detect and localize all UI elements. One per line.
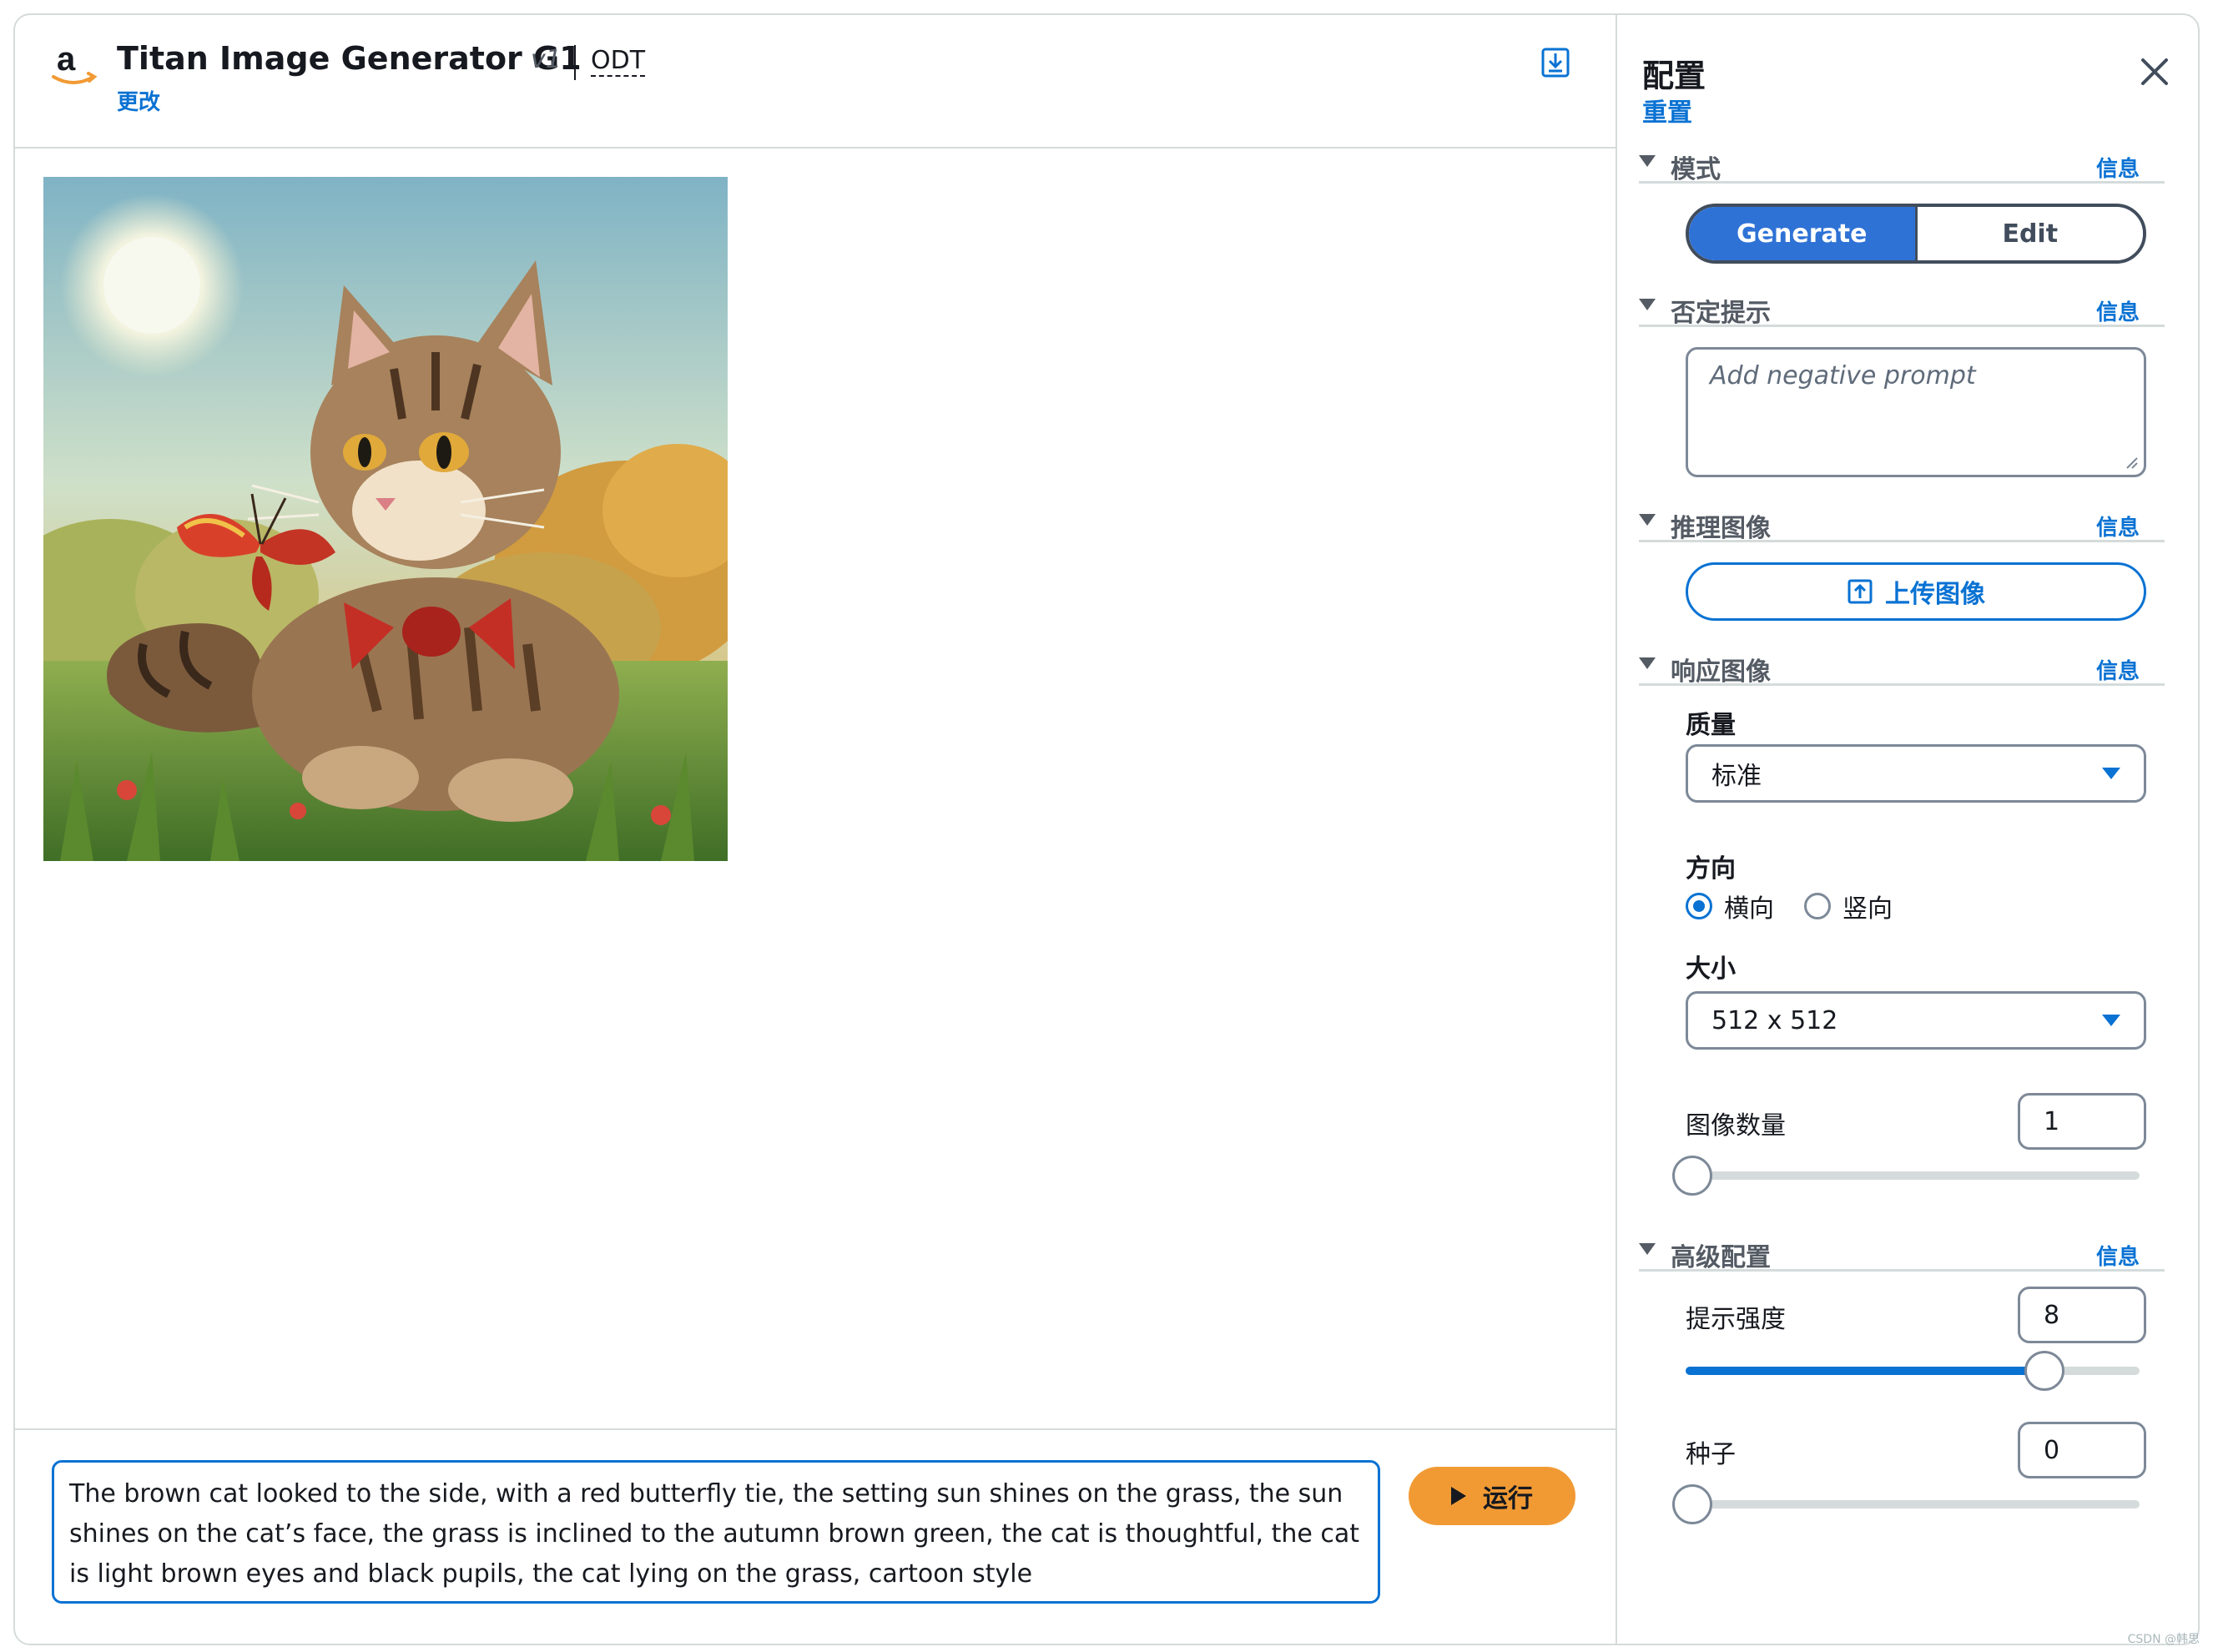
slider-fill bbox=[1686, 1367, 2044, 1375]
section-inference-image: 推理图像 信息 bbox=[1639, 507, 2165, 543]
odt-label[interactable]: ODT bbox=[591, 47, 646, 77]
radio-portrait-label: 竖向 bbox=[1842, 894, 1893, 924]
play-icon bbox=[1451, 1487, 1466, 1505]
caret-down-icon[interactable] bbox=[1639, 155, 1656, 167]
seed-input[interactable]: 0 bbox=[2018, 1422, 2146, 1478]
mode-edit-button[interactable]: Edit bbox=[1914, 207, 2143, 260]
section-mode-label: 模式 bbox=[1671, 155, 1721, 184]
image-count-input[interactable]: 1 bbox=[2018, 1093, 2146, 1150]
size-value: 512 x 512 bbox=[1711, 1005, 1838, 1035]
caret-down-icon bbox=[2102, 768, 2120, 779]
upload-image-button[interactable]: 上传图像 bbox=[1686, 562, 2146, 621]
negative-prompt-input[interactable]: Add negative prompt bbox=[1686, 347, 2146, 477]
seed-slider[interactable] bbox=[1672, 1484, 2140, 1524]
amazon-logo: a bbox=[52, 41, 98, 84]
model-title: Titan Image Generator G1 bbox=[117, 40, 582, 77]
prompt-strength-slider[interactable] bbox=[1686, 1351, 2140, 1391]
upload-icon bbox=[1848, 579, 1873, 604]
info-link[interactable]: 信息 bbox=[2096, 295, 2140, 326]
download-icon[interactable] bbox=[1540, 47, 1570, 78]
quality-select[interactable]: 标准 bbox=[1686, 744, 2146, 803]
orientation-radio-group: 横向 竖向 bbox=[1686, 888, 1893, 924]
close-icon[interactable] bbox=[2138, 55, 2171, 88]
playground-panel: a Titan Image Generator G1 v1 ODT 更改 The… bbox=[15, 15, 1616, 1644]
section-advanced: 高级配置 信息 bbox=[1639, 1236, 2165, 1272]
slider-thumb[interactable] bbox=[1672, 1484, 1712, 1524]
section-inference-image-label: 推理图像 bbox=[1671, 514, 1771, 543]
radio-portrait[interactable] bbox=[1804, 893, 1831, 919]
slider-thumb[interactable] bbox=[2024, 1351, 2064, 1391]
caret-down-icon[interactable] bbox=[1639, 299, 1656, 310]
model-header: a Titan Image Generator G1 v1 ODT 更改 bbox=[15, 15, 1616, 149]
caret-down-icon[interactable] bbox=[1639, 657, 1656, 669]
section-advanced-label: 高级配置 bbox=[1671, 1243, 1771, 1272]
info-link[interactable]: 信息 bbox=[2096, 152, 2140, 183]
caret-down-icon[interactable] bbox=[1639, 1243, 1656, 1255]
section-mode: 模式 信息 bbox=[1639, 149, 2165, 184]
svg-text:a: a bbox=[57, 41, 76, 78]
section-negative-prompt: 否定提示 信息 bbox=[1639, 292, 2165, 328]
quality-value: 标准 bbox=[1711, 762, 1762, 791]
section-negative-prompt-label: 否定提示 bbox=[1671, 299, 1771, 328]
prompt-strength-label: 提示强度 bbox=[1686, 1305, 1786, 1334]
mode-generate-button[interactable]: Generate bbox=[1689, 207, 1915, 260]
generated-image[interactable] bbox=[43, 177, 728, 861]
caret-down-icon bbox=[2102, 1015, 2120, 1026]
run-button[interactable]: 运行 bbox=[1409, 1467, 1575, 1525]
header-divider bbox=[574, 45, 576, 80]
model-version: v1 bbox=[531, 45, 562, 74]
caret-down-icon[interactable] bbox=[1639, 514, 1656, 526]
output-area bbox=[15, 149, 1616, 1428]
config-panel: 配置 重置 模式 信息 Generate Edit 否定提示 信息 Add ne… bbox=[1616, 15, 2198, 1644]
prompt-bar: The brown cat looked to the side, with a… bbox=[15, 1428, 1616, 1644]
app-frame: a Titan Image Generator G1 v1 ODT 更改 The… bbox=[13, 13, 2200, 1645]
prompt-strength-input[interactable]: 8 bbox=[2018, 1287, 2146, 1343]
quality-label: 质量 bbox=[1686, 711, 1736, 740]
radio-landscape-label: 横向 bbox=[1724, 894, 1774, 924]
info-link[interactable]: 信息 bbox=[2096, 654, 2140, 685]
slider-thumb[interactable] bbox=[1672, 1156, 1712, 1196]
section-response-image-label: 响应图像 bbox=[1671, 657, 1771, 687]
resize-handle-icon[interactable] bbox=[2125, 456, 2139, 470]
info-link[interactable]: 信息 bbox=[2096, 1240, 2140, 1271]
size-label: 大小 bbox=[1686, 954, 1736, 984]
image-count-slider[interactable] bbox=[1672, 1156, 2140, 1196]
info-link[interactable]: 信息 bbox=[2096, 511, 2140, 541]
image-count-label: 图像数量 bbox=[1686, 1111, 1786, 1141]
radio-landscape[interactable] bbox=[1686, 893, 1712, 919]
section-response-image: 响应图像 信息 bbox=[1639, 651, 2165, 687]
config-title: 配置 bbox=[1642, 58, 1706, 94]
size-select[interactable]: 512 x 512 bbox=[1686, 991, 2146, 1050]
mode-segmented-control: Generate Edit bbox=[1686, 204, 2146, 264]
prompt-textarea[interactable]: The brown cat looked to the side, with a… bbox=[52, 1460, 1380, 1604]
cat-illustration bbox=[43, 177, 728, 861]
run-button-label: 运行 bbox=[1483, 1484, 1533, 1513]
seed-label: 种子 bbox=[1686, 1440, 1736, 1469]
watermark: CSDN @韩思 bbox=[2127, 1633, 2200, 1646]
negative-prompt-placeholder: Add negative prompt bbox=[1710, 361, 1976, 390]
orientation-label: 方向 bbox=[1686, 854, 1736, 884]
upload-image-label: 上传图像 bbox=[1885, 580, 1985, 609]
reset-link[interactable]: 重置 bbox=[1642, 92, 1692, 128]
change-model-link[interactable]: 更改 bbox=[117, 85, 160, 116]
